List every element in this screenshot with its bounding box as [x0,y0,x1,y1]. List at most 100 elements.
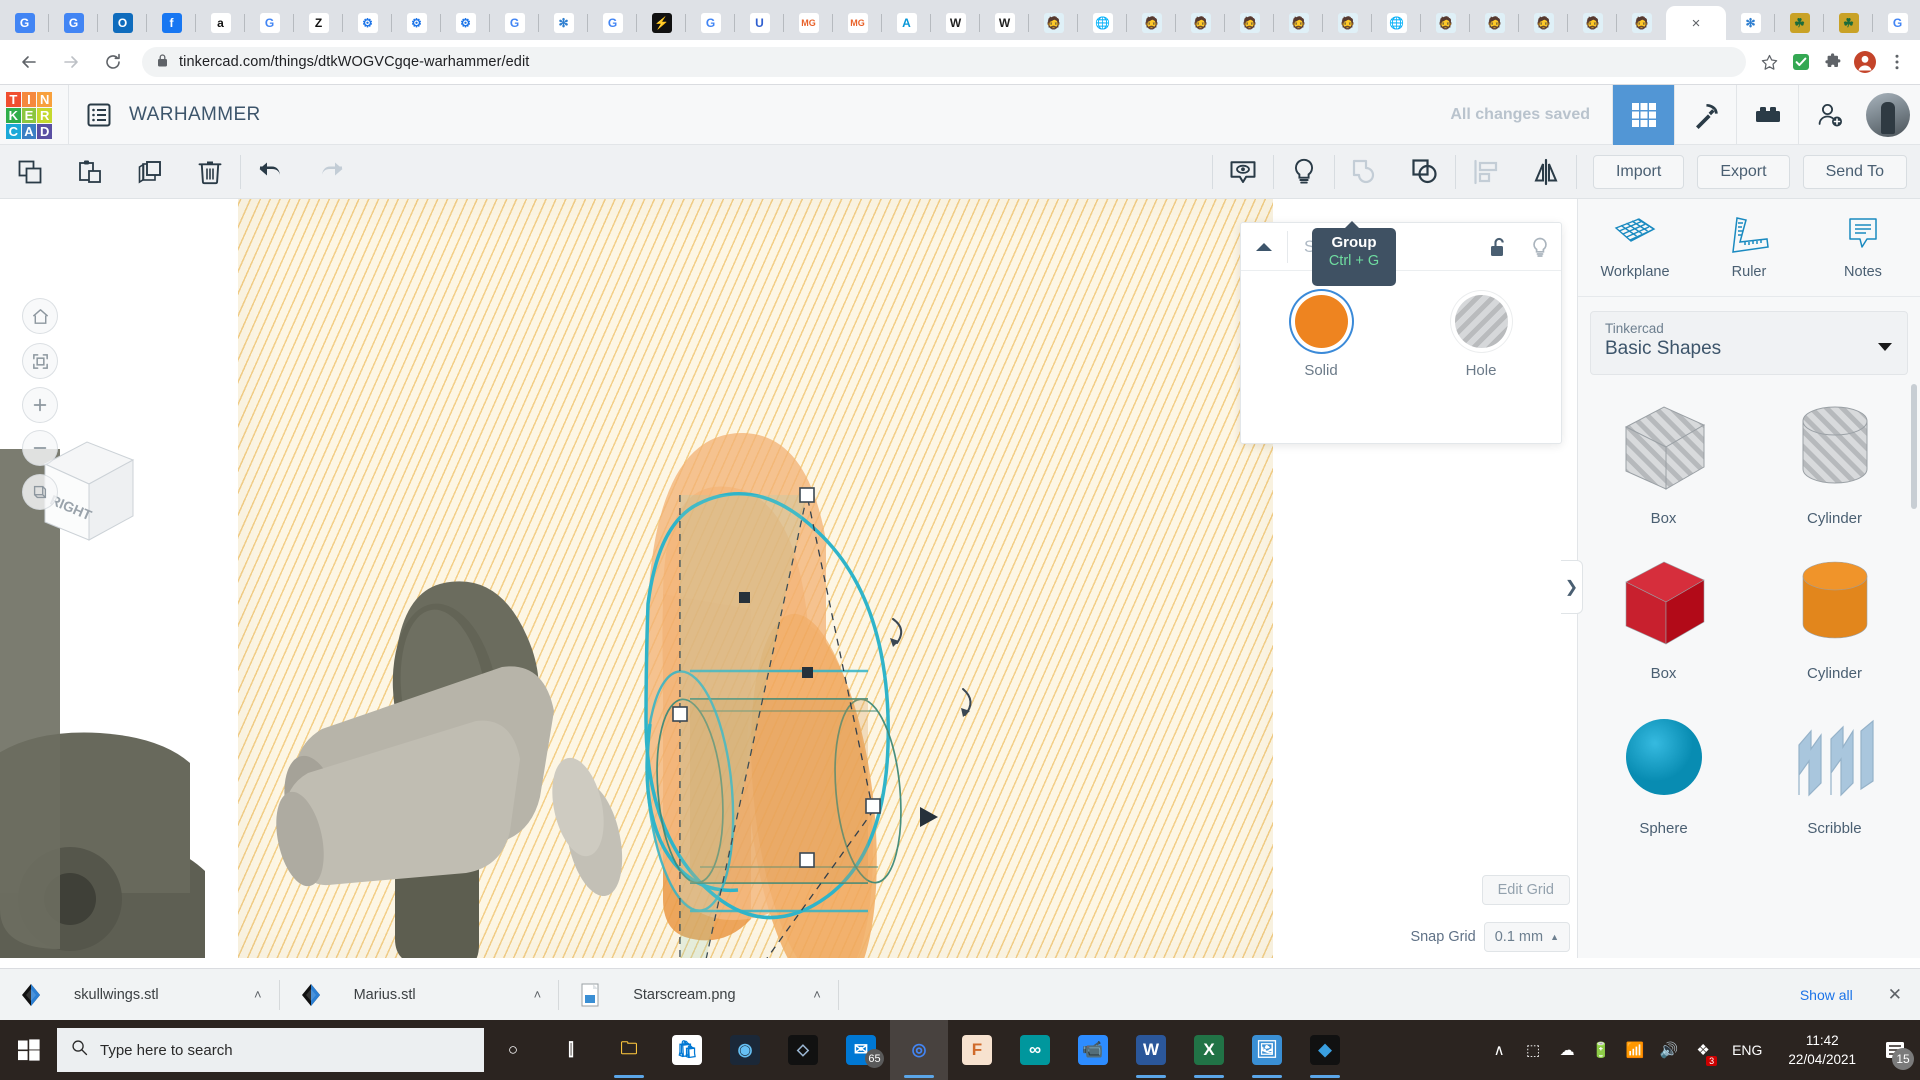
word-icon[interactable]: W [1122,1020,1180,1080]
profile-avatar-icon[interactable] [1850,47,1880,77]
shape-sphere-blue[interactable]: Sphere [1578,695,1749,850]
download-item[interactable]: skullwings.stl ˄ [0,969,280,1021]
pinned-tab[interactable]: G [588,6,637,40]
pinned-tab[interactable]: G [490,6,539,40]
user-avatar[interactable] [1866,92,1910,137]
bookmark-star-icon[interactable] [1754,47,1784,77]
pinned-tab[interactable]: 🧔 [1029,6,1078,40]
pinned-tab[interactable]: ☘ [1824,6,1873,40]
group-button[interactable] [1395,145,1455,199]
blocks-mode-button[interactable] [1736,84,1798,145]
pinned-tab[interactable]: 🧔 [1323,6,1372,40]
wifi-icon[interactable]: 📶 [1618,1020,1652,1080]
active-tab[interactable]: × [1666,6,1726,40]
pinned-tab[interactable]: G [49,6,98,40]
pinned-tab[interactable]: 🧔 [1470,6,1519,40]
hole-swatch[interactable] [1454,295,1508,348]
pinned-tab[interactable]: G [1873,6,1920,40]
undo-button[interactable] [241,145,301,199]
export-button[interactable]: Export [1697,154,1790,189]
solid-option[interactable]: Solid [1241,295,1401,379]
delete-button[interactable] [180,145,240,199]
extension-check-icon[interactable] [1786,47,1816,77]
back-button[interactable] [12,45,46,79]
design-mode-button[interactable] [1612,84,1674,145]
solid-color-swatch[interactable] [1294,295,1348,348]
copy-button[interactable] [0,145,60,199]
chevron-up-icon[interactable] [1241,223,1287,271]
shape-box-hole[interactable]: Box [1578,385,1749,540]
redo-button[interactable] [301,145,361,199]
arduino-icon[interactable]: ∞ [1006,1020,1064,1080]
pinned-tab[interactable]: ⚙ [392,6,441,40]
pinned-tab[interactable]: Z [294,6,343,40]
fit-view-button[interactable] [22,343,58,379]
pinned-tab[interactable]: f [147,6,196,40]
ultimaker-cura-icon[interactable]: ◆ [1296,1020,1354,1080]
pinned-tab[interactable]: 🧔 [1127,6,1176,40]
hole-option[interactable]: Hole [1401,295,1561,379]
steam-icon[interactable]: ◉ [716,1020,774,1080]
pinned-tab[interactable]: O [98,6,147,40]
pinned-tab[interactable]: G [245,6,294,40]
shape-scribble[interactable]: Scribble [1749,695,1920,850]
pinned-tab[interactable]: ☘ [1775,6,1824,40]
address-bar[interactable]: tinkercad.com/things/dtkWOGVCgqe-warhamm… [142,47,1746,77]
pinned-tab[interactable]: ⚙ [441,6,490,40]
pinned-tab[interactable]: a [196,6,245,40]
import-button[interactable]: Import [1592,154,1685,189]
cortana-icon[interactable]: ○ [484,1020,542,1080]
reload-button[interactable] [96,45,130,79]
project-list-button[interactable] [69,102,129,128]
onedrive-icon[interactable]: ☁ [1550,1020,1584,1080]
ortho-perspective-button[interactable] [22,474,58,510]
dropbox-icon[interactable]: ❖ 3 [1686,1020,1720,1080]
download-menu-caret-icon[interactable]: ˄ [254,987,262,1002]
pinned-tab[interactable]: 🌐 [1372,6,1421,40]
highlight-button[interactable] [1274,145,1334,199]
browser-menu-icon[interactable] [1882,47,1912,77]
show-all-downloads-button[interactable]: Show all [1787,981,1866,1009]
show-hide-button[interactable] [1213,145,1273,199]
lightbulb-icon[interactable] [1519,223,1561,271]
pinned-tab[interactable]: 🌐 [1078,6,1127,40]
snap-grid-select[interactable]: 0.1 mm ▲ [1483,922,1570,952]
pinned-tab[interactable]: ✻ [539,6,588,40]
pinned-tab[interactable]: MG [833,6,882,40]
excel-icon[interactable]: X [1180,1020,1238,1080]
shape-cylinder-orange[interactable]: Cylinder [1749,540,1920,695]
pinned-tab[interactable]: G [0,6,49,40]
battery-charging-icon[interactable]: 🔋 [1584,1020,1618,1080]
forward-button[interactable] [54,45,88,79]
pinned-tab[interactable]: ⚙ [343,6,392,40]
microsoft-store-icon[interactable]: 🛍 [658,1020,716,1080]
tinkercad-logo[interactable]: TINKERCAD [6,91,52,139]
action-center-button[interactable]: 15 [1870,1020,1920,1080]
send-to-button[interactable]: Send To [1802,154,1907,189]
download-item[interactable]: Starscream.png ˄ [559,969,839,1021]
pinned-tab[interactable]: W [931,6,980,40]
minecraft-mode-button[interactable] [1674,84,1736,145]
show-hidden-icons[interactable]: ∧ [1482,1020,1516,1080]
invite-people-button[interactable] [1798,84,1860,145]
home-view-button[interactable] [22,298,58,334]
pinned-tab[interactable]: U [735,6,784,40]
zoom-in-button[interactable] [22,387,58,423]
edit-grid-button[interactable]: Edit Grid [1481,875,1570,905]
pinned-tab[interactable]: 🧔 [1176,6,1225,40]
volume-icon[interactable]: 🔊 [1652,1020,1686,1080]
mail-icon[interactable]: ✉ 65 [832,1020,890,1080]
download-item[interactable]: Marius.stl ˄ [280,969,560,1021]
chrome-icon[interactable]: ◎ [890,1020,948,1080]
ungroup-button[interactable] [1335,145,1395,199]
pinned-tab[interactable]: ⚡ [637,6,686,40]
fusion360-icon[interactable]: F [948,1020,1006,1080]
panel-collapse-handle[interactable]: ❯ [1561,560,1583,614]
ruler-tool[interactable]: Ruler [1692,199,1806,296]
pinned-tab[interactable]: 🧔 [1519,6,1568,40]
close-downloads-bar-button[interactable]: ✕ [1888,985,1902,1005]
extensions-puzzle-icon[interactable] [1818,47,1848,77]
predator-icon[interactable]: ⬦ [774,1020,832,1080]
workplane-tool[interactable]: Workplane [1578,199,1692,296]
download-menu-caret-icon[interactable]: ˄ [534,987,542,1002]
